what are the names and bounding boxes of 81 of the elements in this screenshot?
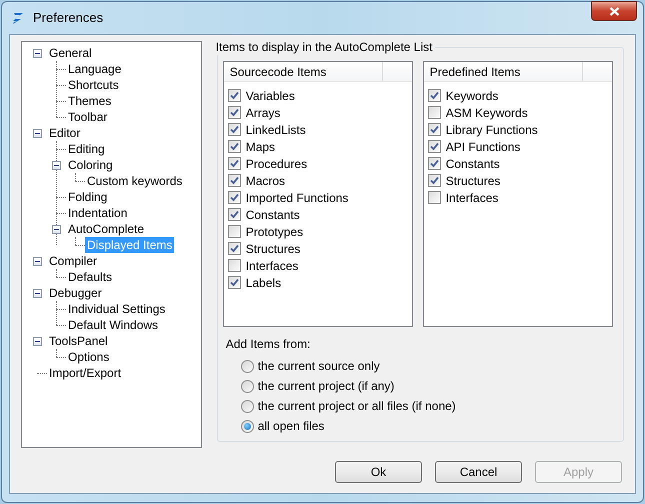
group-title: Items to display in the AutoComplete List	[216, 39, 436, 55]
radio-label[interactable]: the current project (if any)	[258, 377, 394, 395]
list-item-label[interactable]: Constants	[246, 206, 300, 224]
list-item-label[interactable]: LinkedLists	[246, 120, 306, 138]
collapse-icon[interactable]	[33, 48, 42, 58]
radio-label[interactable]: all open files	[258, 417, 324, 435]
list-item-label[interactable]: Variables	[246, 86, 295, 104]
tree-item[interactable]: Toolbar	[66, 109, 110, 125]
checkbox[interactable]	[228, 157, 241, 170]
tree-item[interactable]: Editor	[47, 125, 82, 141]
checkbox[interactable]	[228, 259, 241, 272]
checkbox[interactable]	[428, 157, 441, 170]
list-item-label[interactable]: Labels	[246, 274, 282, 292]
list-item-label[interactable]: Structures	[246, 240, 300, 258]
list-item-label[interactable]: Interfaces	[446, 188, 498, 206]
checkbox[interactable]	[228, 191, 241, 204]
app-icon	[11, 11, 25, 25]
tree-item[interactable]: Defaults	[66, 269, 114, 285]
checkbox[interactable]	[428, 191, 441, 204]
checkbox[interactable]	[228, 225, 241, 238]
close-button[interactable]	[591, 1, 637, 21]
collapse-icon[interactable]	[33, 336, 42, 346]
radio-button[interactable]	[240, 420, 254, 432]
dialog-button[interactable]: Cancel	[435, 461, 522, 483]
tree-item[interactable]: Options	[66, 349, 112, 365]
collapse-icon[interactable]	[33, 256, 42, 266]
list-item-label[interactable]: Constants	[446, 154, 500, 172]
list-item-label[interactable]: Keywords	[446, 86, 498, 104]
list-item-label[interactable]: Interfaces	[246, 256, 298, 274]
list-item-label[interactable]: Arrays	[246, 104, 280, 122]
checkbox[interactable]	[228, 208, 241, 221]
checkbox[interactable]	[428, 89, 441, 102]
window-title: Preferences	[33, 9, 104, 28]
checkbox[interactable]	[428, 123, 441, 136]
tree-item[interactable]: Language	[66, 61, 124, 77]
checkbox[interactable]	[228, 89, 241, 102]
checkbox[interactable]	[228, 123, 241, 136]
tree-item[interactable]: Compiler	[47, 253, 100, 269]
list-item-label[interactable]: Structures	[446, 172, 500, 190]
checkbox[interactable]	[228, 140, 241, 153]
list-item-label[interactable]: Maps	[246, 138, 276, 156]
tree-item[interactable]: Default Windows	[66, 317, 160, 333]
close-icon	[608, 6, 620, 16]
tree-item[interactable]: Debugger	[47, 285, 104, 301]
collapse-icon[interactable]	[33, 288, 42, 298]
checkbox[interactable]	[228, 242, 241, 255]
list-item-label[interactable]: ASM Keywords	[446, 104, 528, 122]
checkbox[interactable]	[228, 174, 241, 187]
collapse-icon[interactable]	[33, 128, 42, 138]
tree-item[interactable]: Indentation	[66, 205, 130, 221]
radio-button[interactable]	[240, 400, 254, 412]
collapse-icon[interactable]	[52, 224, 61, 234]
checkbox[interactable]	[428, 106, 441, 119]
collapse-icon[interactable]	[52, 160, 61, 170]
tree-item[interactable]: Custom keywords	[85, 173, 184, 189]
tree-item[interactable]: Themes	[66, 93, 114, 109]
checkbox[interactable]	[228, 106, 241, 119]
checkbox[interactable]	[428, 174, 441, 187]
radio-label[interactable]: the current project or all files (if none)	[258, 397, 456, 415]
list-item-label[interactable]: Procedures	[246, 154, 308, 172]
tree-item[interactable]: Coloring	[66, 157, 115, 173]
tree-item[interactable]: AutoComplete	[66, 221, 146, 237]
list-item-label[interactable]: API Functions	[446, 138, 520, 156]
dialog-button[interactable]: Ok	[335, 461, 422, 483]
tree-item[interactable]: Import/Export	[47, 365, 124, 381]
section-label: Add Items from:	[226, 336, 312, 352]
list-item-label[interactable]: Prototypes	[246, 222, 304, 240]
list-item-label[interactable]: Macros	[246, 172, 286, 190]
tree-item[interactable]: Folding	[66, 189, 110, 205]
list-item-label[interactable]: Library Functions	[446, 120, 538, 138]
list-item-label[interactable]: Imported Functions	[246, 188, 348, 206]
checkbox[interactable]	[428, 140, 441, 153]
tree-item[interactable]: Individual Settings	[66, 301, 168, 317]
radio-button[interactable]	[240, 360, 254, 372]
tree-item[interactable]: General	[47, 45, 94, 61]
radio-button[interactable]	[240, 380, 254, 392]
tree-item[interactable]: ToolsPanel	[47, 333, 110, 349]
tree-item[interactable]: Editing	[66, 141, 107, 157]
checkbox[interactable]	[228, 276, 241, 289]
tree-item[interactable]: Shortcuts	[66, 77, 121, 93]
radio-label[interactable]: the current source only	[258, 357, 380, 375]
